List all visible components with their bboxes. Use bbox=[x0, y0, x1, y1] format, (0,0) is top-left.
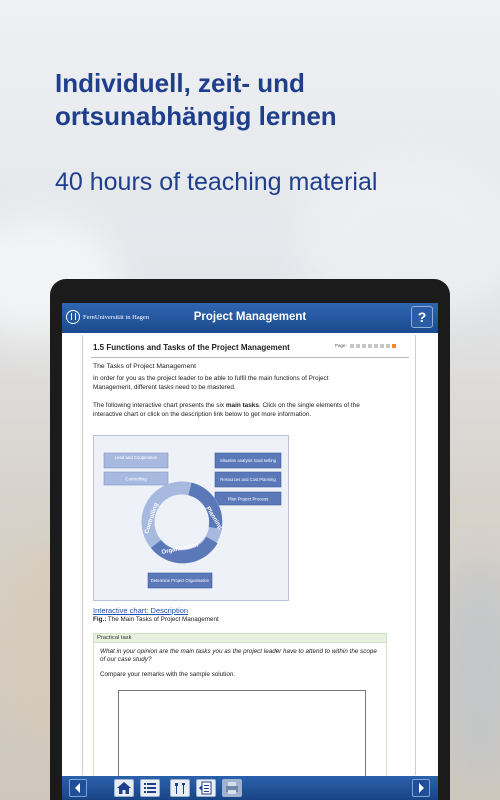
task-question: What in your opinion are the main tasks … bbox=[100, 648, 377, 664]
page-dot[interactable] bbox=[385, 343, 390, 348]
page-dot[interactable] bbox=[361, 343, 366, 348]
practical-task-header: Practical task bbox=[94, 634, 386, 643]
document-icon bbox=[199, 781, 212, 795]
arrow-right-icon bbox=[419, 783, 424, 793]
print-icon bbox=[226, 782, 238, 794]
home-button[interactable] bbox=[114, 779, 134, 797]
promo-headline: Individuell, zeit- und ortsunabhängig le… bbox=[55, 68, 337, 131]
tablet-screen: FernUniversität in Hagen Project Managem… bbox=[62, 303, 438, 800]
box-resources-label: Resources and Cost Planning bbox=[220, 477, 276, 482]
box-situation-label: Situation analysis Goal setting bbox=[220, 458, 277, 463]
notes-button[interactable] bbox=[196, 779, 216, 797]
figure-caption-text: The Main Tasks of Project Management bbox=[106, 616, 219, 623]
arrow-left-icon bbox=[75, 783, 80, 793]
home-icon bbox=[117, 782, 131, 794]
promo-subline: 40 hours of teaching material bbox=[55, 168, 378, 196]
chart-description-link[interactable]: Interactive chart: Description bbox=[93, 606, 188, 615]
box-lead-label: Lead and Cooperation bbox=[115, 455, 158, 460]
box-controlling-label: Controlling bbox=[125, 477, 147, 482]
page-indicator: Page: bbox=[335, 343, 398, 348]
task-instruction: Compare your remarks with the sample sol… bbox=[100, 671, 236, 678]
contents-button[interactable] bbox=[140, 779, 160, 797]
box-plan-label: Plan Project Process bbox=[228, 497, 270, 502]
previous-page-button[interactable] bbox=[69, 779, 87, 797]
page-heading: 1.5 Functions and Tasks of the Project M… bbox=[93, 343, 290, 352]
lesson-page: 1.5 Functions and Tasks of the Project M… bbox=[82, 335, 416, 790]
app-title-bar: FernUniversität in Hagen Project Managem… bbox=[62, 303, 438, 333]
heading-divider bbox=[91, 357, 409, 358]
instruction-bold-text: main tasks bbox=[225, 402, 259, 409]
practical-task-panel: Practical task What in your opinion are … bbox=[93, 633, 387, 790]
tools-button[interactable] bbox=[170, 779, 190, 797]
section-title: The Tasks of Project Management bbox=[93, 363, 197, 370]
page-dot[interactable] bbox=[379, 343, 384, 348]
task-cycle-diagram: Lead and Cooperation Controlling Situati… bbox=[103, 452, 282, 589]
box-determine-label: Determine Project Organisation bbox=[151, 578, 210, 583]
tools-icon bbox=[175, 783, 185, 794]
answer-textarea[interactable] bbox=[118, 690, 366, 790]
page-dot[interactable] bbox=[367, 343, 372, 348]
bottom-toolbar bbox=[62, 776, 438, 800]
help-button[interactable]: ? bbox=[411, 306, 433, 328]
figure-caption-prefix: Fig.: bbox=[93, 616, 107, 623]
instruction-paragraph: The following interactive chart presents… bbox=[93, 402, 363, 419]
page-label: Page: bbox=[335, 343, 347, 348]
page-dot[interactable] bbox=[349, 343, 354, 348]
print-button[interactable] bbox=[222, 779, 242, 797]
page-dot-current[interactable] bbox=[391, 343, 396, 348]
page-dot[interactable] bbox=[373, 343, 378, 348]
page-dot[interactable] bbox=[355, 343, 360, 348]
next-page-button[interactable] bbox=[412, 779, 430, 797]
figure-caption: Fig.: The Main Tasks of Project Manageme… bbox=[93, 616, 219, 623]
instruction-text-start: The following interactive chart presents… bbox=[93, 402, 226, 409]
list-icon bbox=[144, 783, 156, 793]
intro-paragraph: In order for you as the project leader t… bbox=[93, 375, 329, 391]
app-title: Project Management bbox=[193, 311, 307, 323]
interactive-chart[interactable]: Lead and Cooperation Controlling Situati… bbox=[93, 435, 289, 601]
